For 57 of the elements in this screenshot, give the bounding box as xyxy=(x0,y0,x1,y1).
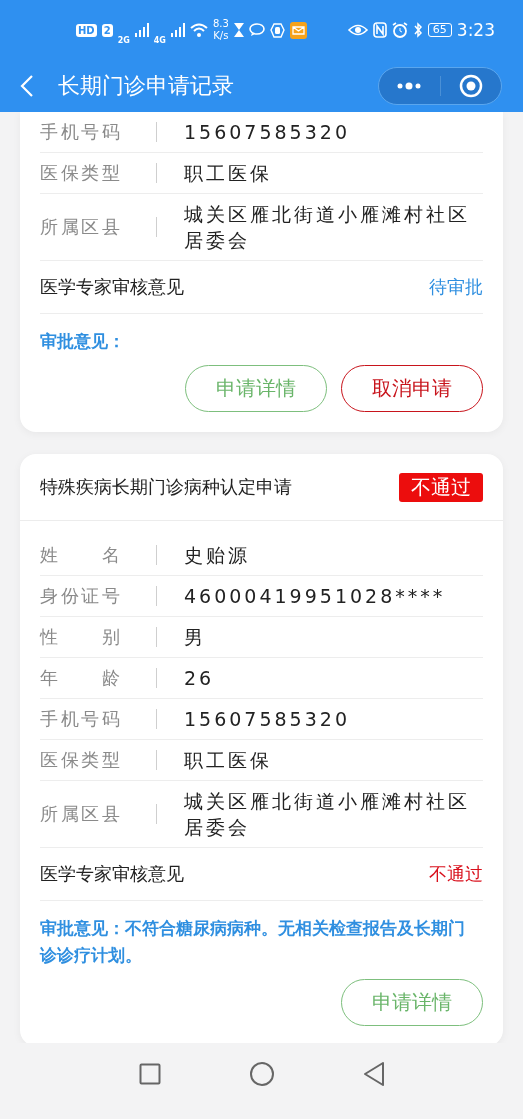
capsule-menu[interactable] xyxy=(378,67,502,105)
signal-icon xyxy=(170,23,185,37)
field-label: 所属区县 xyxy=(40,802,120,826)
field-value: 15607585320 xyxy=(184,120,351,145)
sim-badge: 2 xyxy=(101,23,113,37)
alarm-icon xyxy=(391,22,408,38)
field-label: 年龄 xyxy=(40,666,120,690)
field-label: 所属区县 xyxy=(40,215,120,239)
review-label: 医学专家审核意见 xyxy=(40,862,184,886)
field-value: 15607585320 xyxy=(184,707,351,732)
more-icon xyxy=(396,82,423,90)
network-label: 2G xyxy=(117,35,130,45)
wifi-icon xyxy=(189,23,208,37)
speed-value: 8.3 xyxy=(212,18,229,30)
chat-icon xyxy=(248,23,265,37)
approval-comment: 审批意见：不符合糖尿病病种。无相关检查报告及长期门诊诊疗计划。 xyxy=(40,917,466,967)
field-value: 26 xyxy=(184,666,216,691)
hourglass-icon xyxy=(233,23,244,37)
approval-comment: 审批意见： xyxy=(40,330,126,353)
back-icon[interactable] xyxy=(20,74,34,98)
field-label: 性别 xyxy=(40,625,120,649)
circle-icon[interactable] xyxy=(248,1061,275,1087)
field-label: 姓名 xyxy=(40,543,120,567)
nfc-icon xyxy=(372,22,387,38)
back-triangle-icon[interactable] xyxy=(362,1061,385,1087)
review-status: 待审批 xyxy=(429,275,483,299)
field-value: 城关区雁北街道小雁滩村社区居委会 xyxy=(184,202,471,253)
field-label: 医保类型 xyxy=(40,748,120,772)
mail-icon xyxy=(289,21,307,39)
field-label: 医保类型 xyxy=(40,161,120,185)
review-status: 不通过 xyxy=(429,862,483,886)
signal-icon xyxy=(134,23,149,37)
page-title: 长期门诊申请记录 xyxy=(58,72,235,100)
eye-icon xyxy=(347,24,368,36)
field-label: 手机号码 xyxy=(40,120,120,144)
network-label: 4G xyxy=(153,35,166,45)
status-badge: 不通过 xyxy=(399,472,483,502)
bluetooth-icon xyxy=(412,22,423,38)
review-label: 医学专家审核意见 xyxy=(40,275,184,299)
field-value: 史贻源 xyxy=(184,543,251,568)
record-title: 特殊疾病长期门诊病种认定申请 xyxy=(40,475,292,499)
speed-unit: K/s xyxy=(213,30,229,42)
battery-level: 65 xyxy=(427,23,452,37)
cancel-button[interactable]: 取消申请 xyxy=(341,365,483,412)
clock-time: 3:23 xyxy=(456,20,495,40)
detail-button[interactable]: 申请详情 xyxy=(185,365,327,412)
field-value: 城关区雁北街道小雁滩村社区居委会 xyxy=(184,789,471,840)
field-value: 职工医保 xyxy=(184,161,273,186)
target-icon xyxy=(458,74,483,98)
field-label: 身份证号 xyxy=(40,584,120,608)
detail-button[interactable]: 申请详情 xyxy=(341,979,483,1026)
field-value: 职工医保 xyxy=(184,748,273,773)
field-label: 手机号码 xyxy=(40,707,120,731)
field-value: 男 xyxy=(184,625,207,650)
hd-badge: HD xyxy=(76,23,97,37)
square-icon[interactable] xyxy=(138,1063,161,1085)
field-value: 46000419951028**** xyxy=(184,584,447,609)
